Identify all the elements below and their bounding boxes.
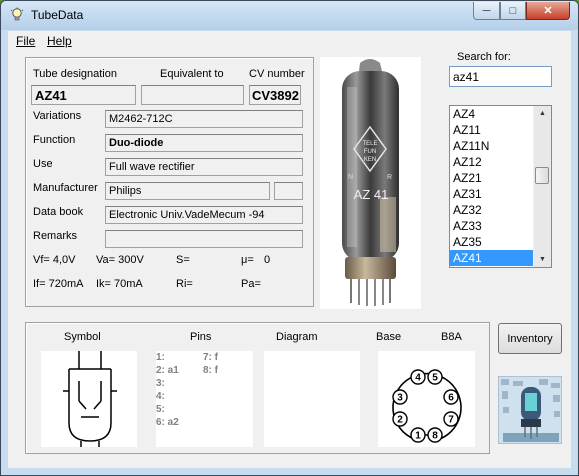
- param-mu-value: 0: [264, 254, 271, 266]
- base-pin-label: 7: [448, 415, 454, 426]
- base-pin-label: 6: [448, 393, 454, 404]
- base-pinout: 1 2 3 4 56 78: [392, 369, 462, 443]
- search-input[interactable]: [449, 66, 552, 87]
- param-mu: μ=: [241, 254, 254, 266]
- databook-field[interactable]: Electronic Univ.VadeMecum -94: [105, 206, 303, 224]
- diode-symbol: [63, 351, 117, 447]
- pins-panel: 1: 2: a1 3: 4: 5: 6: a2 7: f 8: f: [156, 351, 253, 447]
- close-icon: ✕: [543, 5, 553, 17]
- base-pin-label: 5: [432, 373, 438, 384]
- designation-label: Tube designation: [33, 68, 117, 80]
- title-bar[interactable]: TubeData ─ □ ✕: [1, 1, 578, 30]
- list-item[interactable]: AZ33: [450, 218, 536, 234]
- base-type: B8A: [441, 331, 462, 343]
- photo-side-a: N: [348, 174, 353, 181]
- manufacturer-label: Manufacturer: [33, 182, 98, 194]
- photo-side-b: R: [387, 174, 392, 181]
- param-vf: Vf= 4,0V: [33, 254, 76, 266]
- list-item[interactable]: AZ4: [450, 106, 536, 122]
- param-pa: Pa=: [241, 278, 261, 290]
- symbol-panel: [41, 351, 137, 447]
- menu-file[interactable]: File: [16, 34, 35, 48]
- use-field[interactable]: Full wave rectifier: [105, 158, 303, 176]
- pins-right-list: 7: f 8: f: [203, 352, 218, 376]
- list-item[interactable]: AZ41: [450, 250, 536, 266]
- photo-tube-name: AZ 41: [354, 187, 389, 202]
- scroll-up-icon[interactable]: ▲: [534, 106, 551, 121]
- param-va: Va= 300V: [96, 254, 144, 266]
- list-item[interactable]: AZ12: [450, 154, 536, 170]
- list-item[interactable]: AZ32: [450, 202, 536, 218]
- lightbulb-icon: [10, 7, 24, 21]
- maximize-button[interactable]: □: [500, 2, 526, 20]
- menu-help[interactable]: Help: [47, 34, 72, 48]
- list-scrollbar[interactable]: ▲ ▼: [533, 106, 551, 267]
- list-item[interactable]: AZ31: [450, 186, 536, 202]
- manufacturer-field[interactable]: Philips: [105, 182, 270, 200]
- variations-label: Variations: [33, 110, 82, 122]
- client-area: File Help Tube designation Equivalent to…: [8, 31, 571, 468]
- app-logo: [498, 376, 562, 444]
- param-s: S=: [176, 254, 190, 266]
- photo-brand-top: TELE: [362, 141, 377, 147]
- function-field[interactable]: Duo-diode: [105, 134, 303, 152]
- base-pin-label: 4: [415, 373, 421, 384]
- equivalent-field[interactable]: [141, 85, 244, 105]
- minimize-button[interactable]: ─: [473, 2, 500, 20]
- base-pin-label: 2: [397, 415, 403, 426]
- base-label: Base: [376, 331, 402, 343]
- diagram-label: Diagram: [276, 331, 318, 343]
- menu-bar: File Help: [8, 31, 571, 50]
- tube-info-group: Tube designation Equivalent to CV number…: [25, 57, 314, 307]
- scroll-thumb[interactable]: [535, 167, 549, 184]
- tube-list[interactable]: AZ4 AZ11 AZ11N AZ12 AZ21 AZ31 AZ32 AZ33 AZ35 AZ41…: [449, 105, 552, 268]
- cv-label: CV number: [249, 68, 305, 80]
- diagram-panel: [264, 351, 360, 447]
- pins-label: Pins: [190, 331, 212, 343]
- param-if: If= 720mA: [33, 278, 84, 290]
- list-item[interactable]: AZ35: [450, 234, 536, 250]
- window-title: TubeData: [31, 8, 84, 22]
- tube-image: TELE FUN KEN N R AZ 41: [342, 59, 399, 306]
- tube-logo-icon: [499, 377, 561, 443]
- pins-left-list: 1: 2: a1 3: 4: 5: 6: a2: [156, 352, 179, 428]
- photo-brand-mid: FUN: [364, 149, 376, 155]
- scroll-down-icon[interactable]: ▼: [534, 252, 551, 267]
- menu-help-label: Help: [47, 34, 72, 48]
- base-pin-label: 1: [415, 431, 421, 442]
- list-item[interactable]: AZ11: [450, 122, 536, 138]
- param-ik: Ik= 70mA: [96, 278, 143, 290]
- variations-field[interactable]: M2462-712C: [105, 110, 303, 128]
- photo-brand-bot: KEN: [364, 157, 376, 163]
- list-item[interactable]: AZ11N: [450, 138, 536, 154]
- base-pin-label: 3: [397, 393, 403, 404]
- tube-photo: TELE FUN KEN N R AZ 41: [320, 57, 421, 309]
- close-button[interactable]: ✕: [526, 2, 570, 20]
- minimize-icon: ─: [482, 4, 491, 17]
- databook-label: Data book: [33, 206, 84, 218]
- menu-file-label: File: [16, 34, 36, 48]
- inventory-button-label: Inventory: [507, 332, 553, 345]
- search-label: Search for:: [457, 51, 511, 63]
- designation-field[interactable]: AZ41: [31, 85, 136, 105]
- use-label: Use: [33, 158, 53, 170]
- param-ri: Ri=: [176, 278, 193, 290]
- remarks-field[interactable]: [105, 230, 303, 248]
- app-window: TubeData ─ □ ✕ File Help Tube designatio…: [0, 0, 579, 476]
- function-label: Function: [33, 134, 76, 146]
- bottom-info-group: Symbol Pins Diagram Base B8A 1: 2: a1 3:…: [25, 322, 490, 454]
- maximize-icon: □: [509, 4, 517, 17]
- list-item[interactable]: AZ21: [450, 170, 536, 186]
- cv-field[interactable]: CV3892: [249, 85, 301, 105]
- symbol-label: Symbol: [64, 331, 101, 343]
- manufacturer-code-field[interactable]: [274, 182, 303, 200]
- inventory-button[interactable]: Inventory: [498, 323, 562, 354]
- remarks-label: Remarks: [33, 230, 78, 242]
- equivalent-label: Equivalent to: [160, 68, 224, 80]
- base-pin-label: 8: [432, 431, 438, 442]
- base-panel: 1 2 3 456 78: [378, 351, 475, 447]
